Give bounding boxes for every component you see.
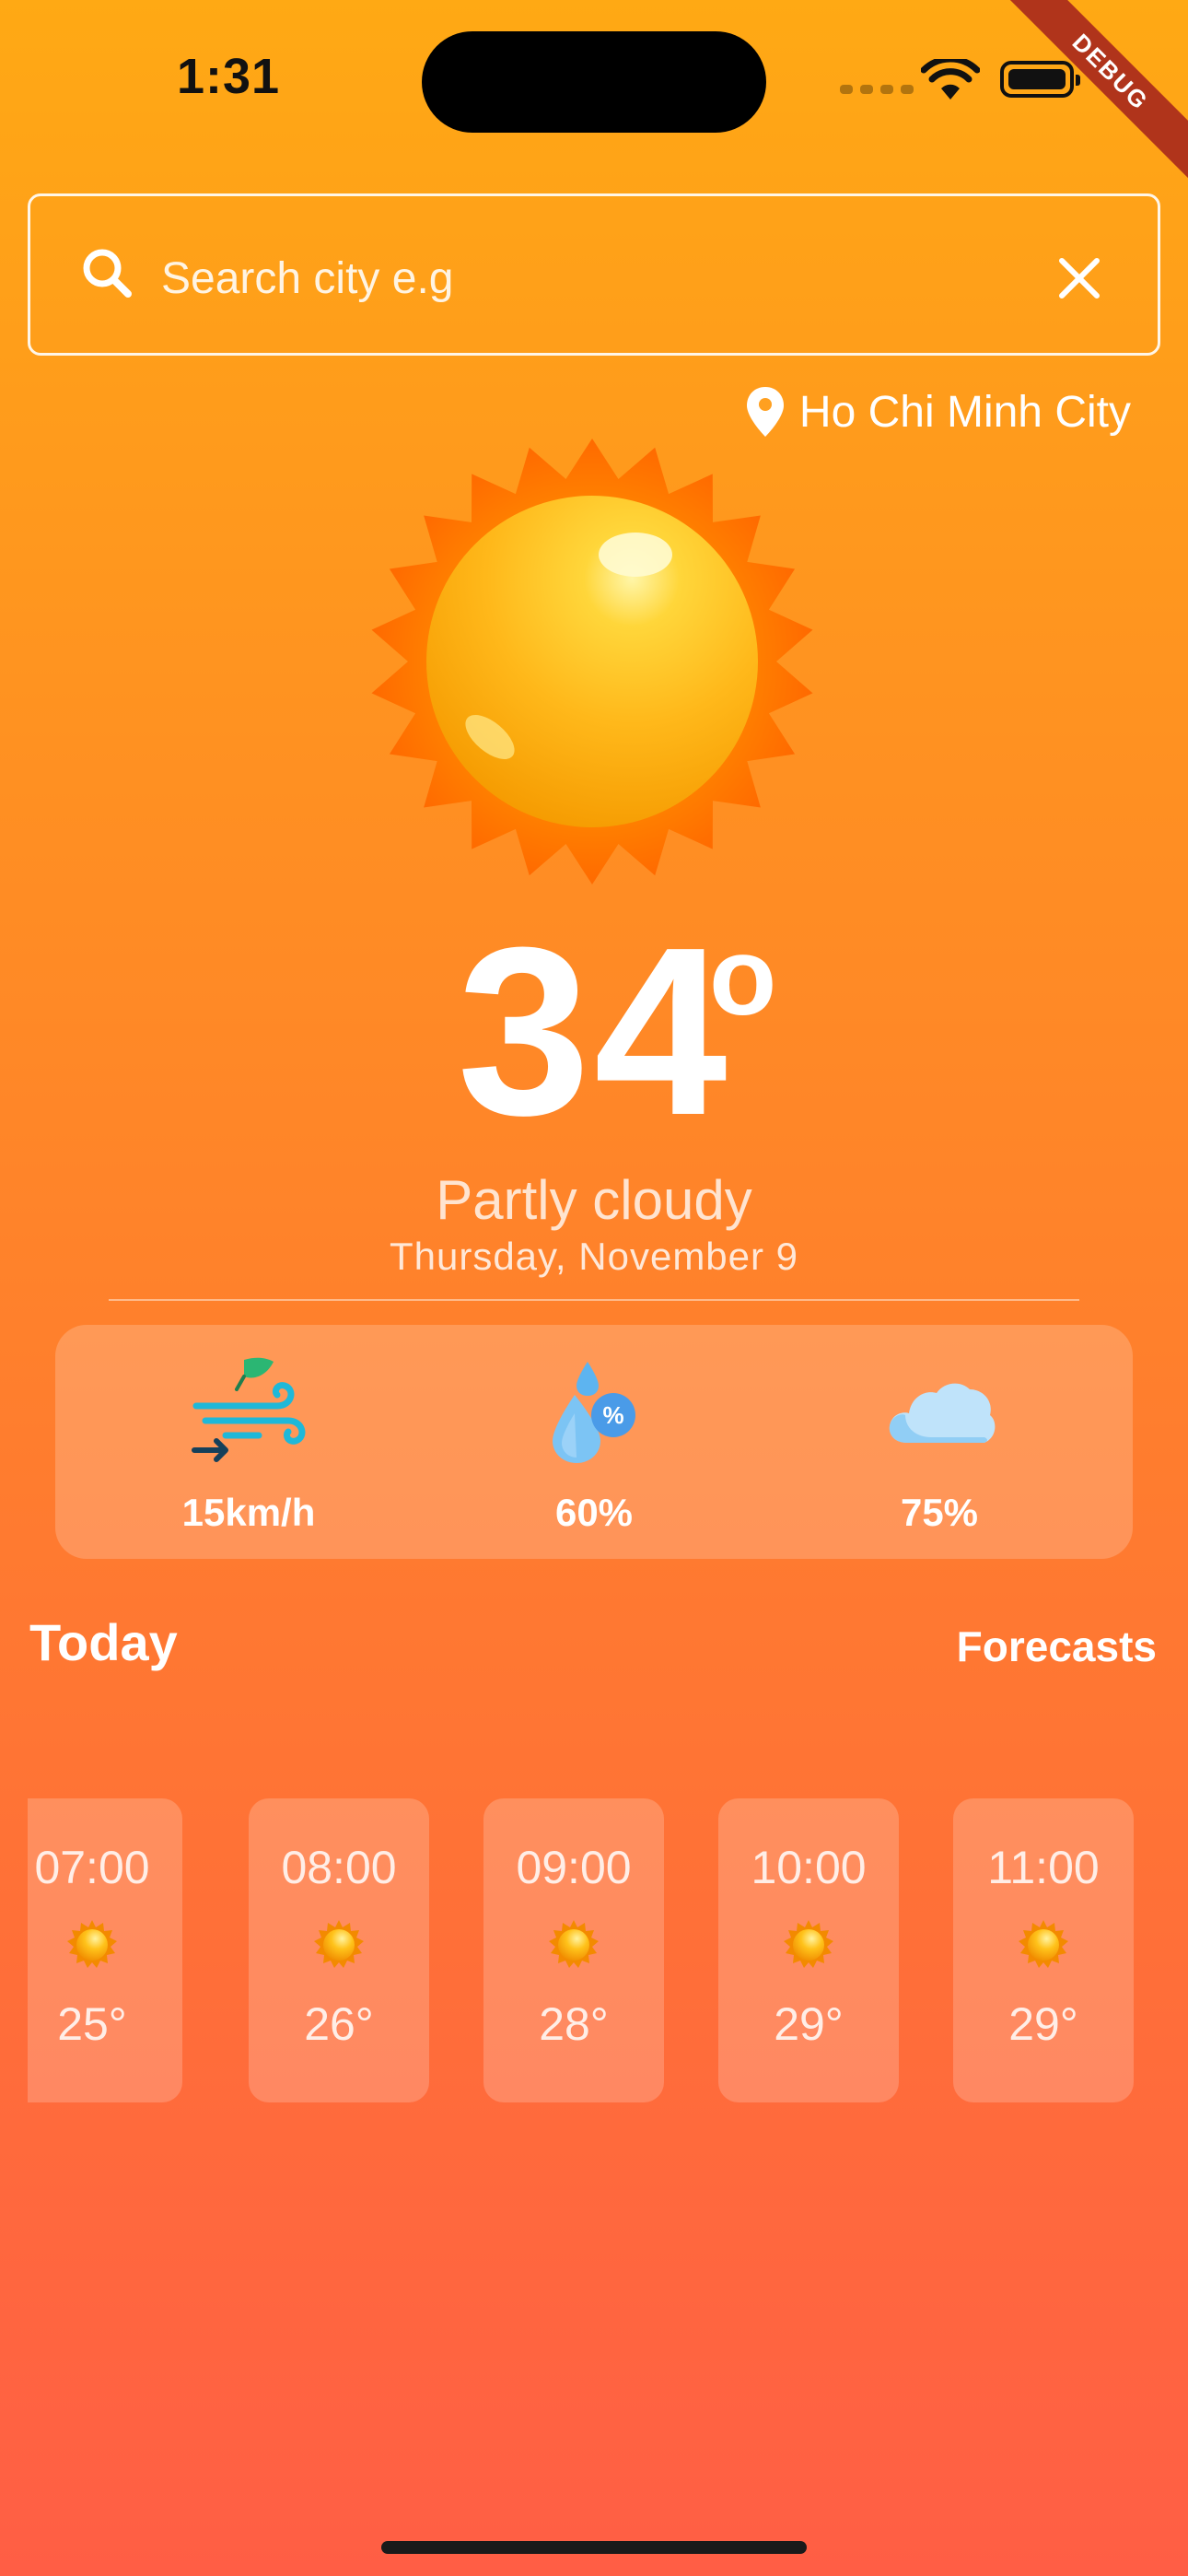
debug-label: DEBUG [998, 0, 1188, 184]
search-input[interactable] [159, 240, 992, 316]
forecasts-link[interactable]: Forecasts [957, 1622, 1157, 1671]
hour-temp: 28° [539, 1998, 609, 2050]
hourly-card[interactable]: 09:00 28° [483, 1798, 664, 2102]
weather-stats-card: 15km/h % 60% 75% [55, 1325, 1133, 1559]
location-pin-icon [746, 387, 784, 437]
hourly-forecast-list[interactable]: 07:00 25° 08:00 26° 09:00 28° 10:00 29° … [28, 1798, 1188, 2102]
humidity-stat: % 60% [474, 1349, 714, 1535]
wind-value: 15km/h [181, 1491, 316, 1534]
humidity-value: 60% [554, 1491, 634, 1534]
search-icon[interactable] [67, 233, 150, 316]
sun-icon [312, 1918, 366, 1972]
home-indicator[interactable] [381, 2541, 807, 2554]
wind-icon [192, 1357, 306, 1462]
dynamic-island [422, 31, 766, 133]
weather-condition: Partly cloudy [436, 1169, 752, 1231]
hourly-card[interactable]: 07:00 25° [28, 1798, 182, 2102]
hour-time: 07:00 [34, 1842, 150, 1893]
degree-symbol: o [709, 915, 777, 1038]
wind-stat: 15km/h [129, 1349, 368, 1535]
hourly-card[interactable]: 10:00 29° [718, 1798, 899, 2102]
close-icon[interactable] [1038, 237, 1121, 320]
today-heading: Today [29, 1613, 178, 1671]
hour-time: 10:00 [751, 1842, 867, 1893]
location-name: Ho Chi Minh City [798, 387, 1131, 437]
current-location[interactable]: Ho Chi Minh City [744, 385, 1131, 439]
hourly-card[interactable]: 08:00 26° [249, 1798, 429, 2102]
hour-temp: 29° [774, 1998, 844, 2050]
search-bar[interactable] [28, 193, 1160, 356]
status-time: 1:31 [177, 49, 281, 104]
current-date: Thursday, November 9 [389, 1235, 799, 1278]
sun-icon [1017, 1918, 1070, 1972]
hour-time: 11:00 [987, 1842, 1100, 1893]
hour-temp: 29° [1008, 1998, 1078, 2050]
cloud-value: 75% [900, 1491, 979, 1534]
debug-banner: DEBUG [985, 0, 1188, 203]
hour-temp: 25° [57, 1998, 127, 2050]
hour-time: 09:00 [516, 1842, 632, 1893]
cloud-stat: 75% [820, 1349, 1059, 1535]
sun-icon [65, 1918, 119, 1972]
cellular-signal-icon [840, 85, 914, 94]
divider [109, 1299, 1079, 1301]
temperature-value: 34 [457, 898, 731, 1165]
hour-time: 08:00 [281, 1842, 397, 1893]
humidity-icon: % [553, 1362, 635, 1463]
hourly-card[interactable]: 11:00 29° [953, 1798, 1134, 2102]
sun-icon [371, 439, 813, 884]
wifi-icon [921, 59, 980, 100]
cloud-icon [889, 1383, 996, 1443]
sun-icon [547, 1918, 600, 1972]
sun-icon [782, 1918, 835, 1972]
svg-text:%: % [602, 1401, 623, 1429]
hour-temp: 26° [304, 1998, 374, 2050]
